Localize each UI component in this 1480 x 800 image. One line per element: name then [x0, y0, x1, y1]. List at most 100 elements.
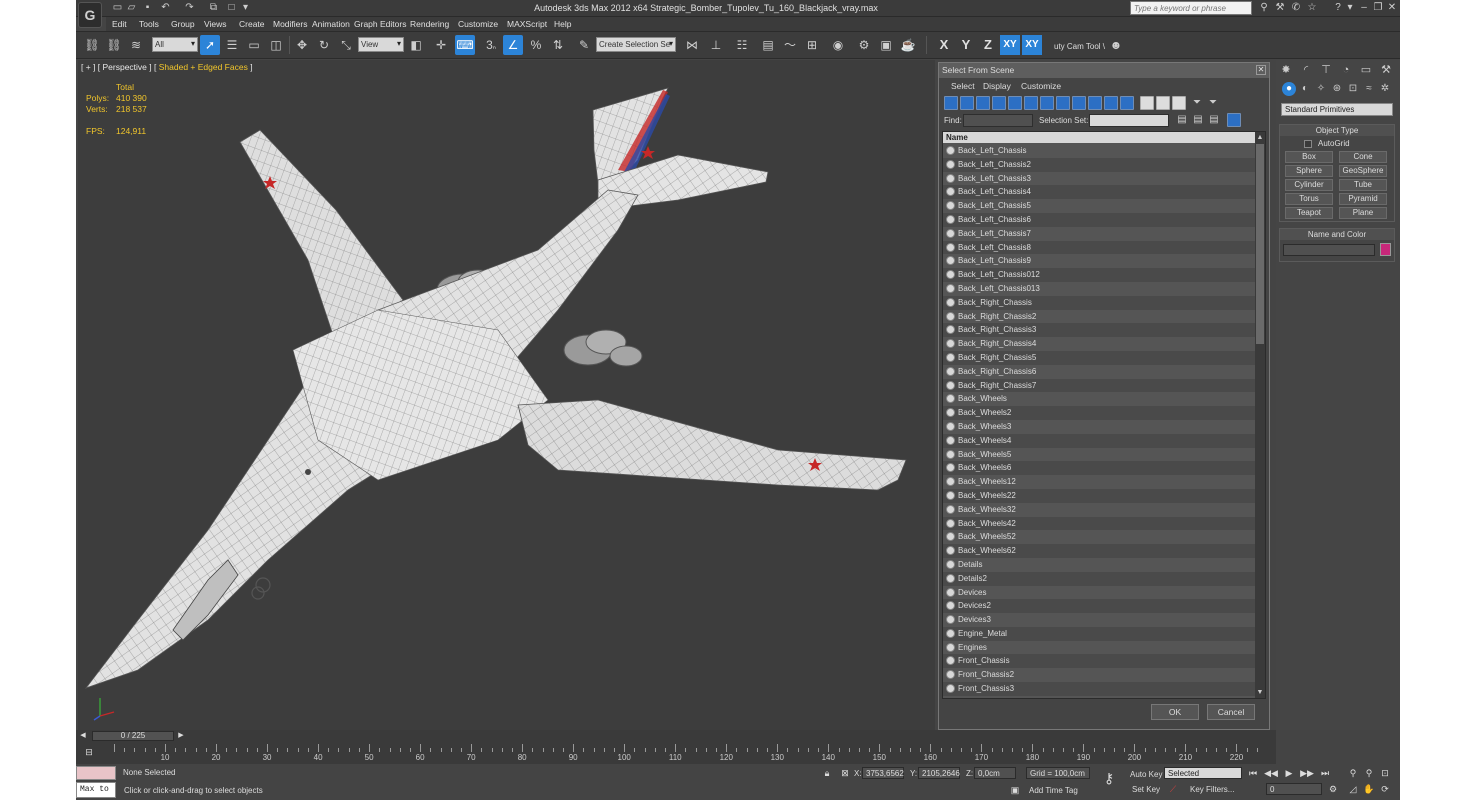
object-visibility-bulb-icon[interactable] [946, 684, 955, 694]
axis-constraint-xy[interactable]: XY [1000, 35, 1020, 55]
list-item[interactable]: Details [943, 557, 1256, 572]
list-item[interactable]: Devices [943, 585, 1256, 600]
pan-view-icon[interactable]: ✋ [1362, 783, 1376, 795]
object-visibility-bulb-icon[interactable] [946, 421, 955, 431]
z-coordinate-field[interactable]: 0,0cm [974, 767, 1016, 779]
menu-animation[interactable]: Animation [312, 19, 350, 29]
list-scrollbar[interactable]: ▲ ▼ [1255, 132, 1265, 698]
teapot-button[interactable]: Teapot [1285, 207, 1333, 219]
material-editor-icon[interactable]: ◉ [828, 35, 848, 55]
utility-cam-tool-icon[interactable]: ☻ [1106, 35, 1126, 55]
mirror-icon[interactable]: ⋈ [682, 35, 702, 55]
box-button[interactable]: Box [1285, 151, 1333, 163]
object-visibility-bulb-icon[interactable] [946, 449, 955, 459]
select-dependents-icon[interactable]: ▤ [1191, 113, 1205, 127]
minimize-window-icon[interactable]: – [1358, 2, 1370, 14]
help-icon[interactable]: ? [1332, 2, 1344, 14]
display-groups-icon[interactable] [1040, 96, 1054, 110]
application-logo-icon[interactable]: G [78, 2, 102, 28]
communication-center-icon[interactable]: ✆ [1290, 2, 1302, 14]
named-selection-set-dropdown[interactable]: Create Selection Se [596, 37, 676, 52]
object-visibility-bulb-icon[interactable] [946, 352, 955, 362]
display-xrefs-icon[interactable] [1056, 96, 1070, 110]
new-file-icon[interactable]: ▭ [112, 2, 123, 13]
select-and-rotate-icon[interactable]: ↻ [314, 35, 334, 55]
menu-create[interactable]: Create [239, 19, 265, 29]
object-visibility-bulb-icon[interactable] [946, 146, 955, 155]
scroll-up-icon[interactable]: ▲ [1256, 133, 1264, 142]
object-type-title[interactable]: Object Type [1280, 125, 1394, 136]
menu-rendering[interactable]: Rendering [410, 19, 449, 29]
object-name-input[interactable] [1283, 244, 1375, 256]
list-item[interactable]: Back_Wheels3 [943, 419, 1256, 434]
edit-named-selection-icon[interactable]: ✎ [574, 35, 594, 55]
add-time-tag-button[interactable]: Add Time Tag [1029, 786, 1078, 795]
list-item[interactable]: Back_Right_Chassis5 [943, 350, 1256, 365]
object-visibility-bulb-icon[interactable] [946, 228, 955, 238]
list-item[interactable]: Back_Left_Chassis8 [943, 240, 1256, 255]
key-mode-dropdown[interactable]: Selected [1164, 767, 1242, 779]
cancel-button[interactable]: Cancel [1207, 704, 1255, 720]
object-color-swatch[interactable] [1380, 243, 1391, 256]
space-warps-category-icon[interactable]: ≈ [1362, 82, 1376, 96]
cameras-category-icon[interactable]: ⊛ [1330, 82, 1344, 96]
list-item[interactable]: Back_Wheels5 [943, 447, 1256, 462]
select-none-icon[interactable] [1156, 96, 1170, 110]
select-and-scale-icon[interactable]: ⤡ [336, 35, 356, 55]
zoom-extents-icon[interactable]: ⊡ [1378, 767, 1392, 779]
set-key-button[interactable]: Set Key [1132, 785, 1160, 794]
close-window-icon[interactable]: ✕ [1386, 2, 1398, 14]
object-visibility-bulb-icon[interactable] [946, 670, 955, 680]
list-item[interactable]: Devices3 [943, 613, 1256, 627]
object-visibility-bulb-icon[interactable] [946, 601, 955, 611]
systems-category-icon[interactable]: ✲ [1378, 82, 1392, 96]
list-item[interactable]: Back_Wheels [943, 392, 1256, 407]
display-cameras-icon[interactable] [992, 96, 1006, 110]
find-case-icon[interactable]: ▤ [1175, 113, 1189, 127]
dialog-close-icon[interactable]: ✕ [1256, 65, 1266, 75]
tube-button[interactable]: Tube [1339, 179, 1387, 191]
time-next-arrow-icon[interactable]: ▶ [174, 730, 188, 742]
select-and-link-icon[interactable]: ⛓ [82, 35, 102, 55]
menu-customize[interactable]: Customize [458, 19, 498, 29]
list-item[interactable]: Front_Chassis2 [943, 668, 1256, 683]
angle-snap-toggle-icon[interactable]: ∠ [503, 35, 523, 55]
utilities-tab-icon[interactable]: ⚒ [1378, 62, 1394, 78]
next-frame-icon[interactable]: ▶▶ [1300, 767, 1314, 779]
object-visibility-bulb-icon[interactable] [946, 201, 955, 211]
ok-button[interactable]: OK [1151, 704, 1199, 720]
display-helpers-icon[interactable] [1008, 96, 1022, 110]
menu-modifiers[interactable]: Modifiers [273, 19, 307, 29]
list-item[interactable]: Back_Left_Chassis5 [943, 199, 1256, 213]
object-visibility-bulb-icon[interactable] [946, 615, 955, 625]
key-filter-icon[interactable]: ⟋ [1166, 783, 1180, 795]
save-file-icon[interactable]: ▪ [142, 2, 153, 13]
object-visibility-bulb-icon[interactable] [946, 242, 955, 252]
column-header-name[interactable]: Name [943, 132, 1256, 143]
object-visibility-bulb-icon[interactable] [946, 394, 955, 404]
redo-icon[interactable]: ↷ [184, 2, 195, 13]
list-item[interactable]: Back_Left_Chassis3 [943, 171, 1256, 186]
key-filters-button[interactable]: Key Filters... [1190, 785, 1234, 794]
cylinder-button[interactable]: Cylinder [1285, 179, 1333, 191]
y-coordinate-field[interactable]: 2105,2646 [918, 767, 960, 779]
name-and-color-title[interactable]: Name and Color [1280, 229, 1394, 240]
hierarchy-tab-icon[interactable]: ⊤ [1318, 62, 1334, 78]
object-visibility-bulb-icon[interactable] [946, 380, 955, 390]
object-visibility-bulb-icon[interactable] [946, 283, 955, 293]
zoom-all-icon[interactable]: ⚲ [1362, 767, 1376, 779]
list-item[interactable]: Back_Right_Chassis7 [943, 378, 1256, 393]
object-visibility-bulb-icon[interactable] [946, 518, 955, 528]
display-tab-icon[interactable]: ▭ [1358, 62, 1374, 78]
display-geometry-icon[interactable] [944, 96, 958, 110]
object-visibility-bulb-icon[interactable] [946, 642, 955, 652]
lights-category-icon[interactable]: ✧ [1314, 82, 1328, 96]
list-item[interactable]: Back_Wheels6 [943, 461, 1256, 476]
bind-space-warp-icon[interactable]: ≋ [126, 35, 146, 55]
track-bar[interactable]: ⊟ 10 20 30 40 50 60 70 80 90 100 110 120 130 140 150 16… [76, 742, 1276, 764]
object-visibility-bulb-icon[interactable] [946, 325, 955, 335]
dialog-menu-display[interactable]: Display [983, 81, 1011, 91]
display-bones-icon[interactable] [1072, 96, 1086, 110]
geometry-category-icon[interactable]: ● [1282, 82, 1296, 96]
perspective-viewport[interactable]: [ + ] [ Perspective ] [ Shaded + Edged F… [78, 60, 935, 730]
